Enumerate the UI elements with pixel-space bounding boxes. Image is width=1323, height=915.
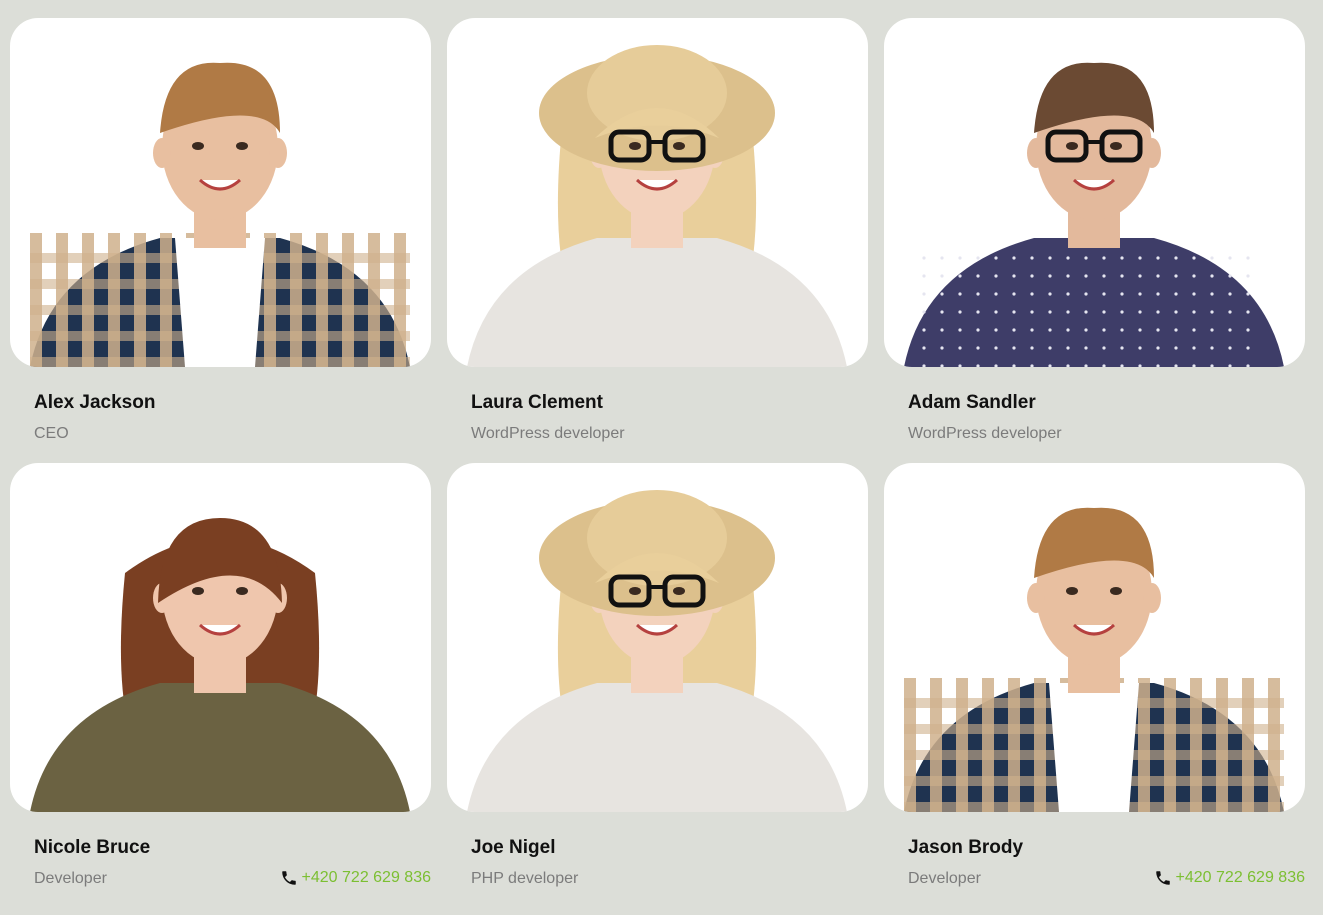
team-member-card[interactable]: Adam Sandler WordPress developer (884, 18, 1305, 445)
member-role: Developer (908, 870, 981, 887)
member-photo (884, 463, 1305, 812)
phone-link[interactable]: +420 722 629 836 (280, 869, 431, 887)
phone-number: +420 722 629 836 (301, 869, 431, 886)
phone-icon (280, 869, 298, 887)
member-role: WordPress developer (908, 425, 1062, 442)
member-name: Joe Nigel (471, 837, 556, 858)
member-name: Laura Clement (471, 392, 603, 413)
member-name: Alex Jackson (34, 392, 156, 413)
team-member-card[interactable]: Laura Clement WordPress developer (447, 18, 868, 445)
member-role: PHP developer (471, 870, 579, 887)
team-member-card[interactable]: Jason Brody Developer +420 722 629 836 (884, 463, 1305, 890)
member-name: Nicole Bruce (34, 837, 151, 858)
member-photo (10, 463, 431, 812)
phone-icon (1154, 869, 1172, 887)
phone-number: +420 722 629 836 (1175, 869, 1305, 886)
member-photo (447, 463, 868, 812)
member-photo (884, 18, 1305, 367)
team-member-card[interactable]: Joe Nigel PHP developer (447, 463, 868, 890)
portrait-illustration (904, 507, 1284, 812)
member-role: CEO (34, 425, 69, 442)
member-role: WordPress developer (471, 425, 625, 442)
team-member-card[interactable]: Nicole Bruce Developer +420 722 629 836 (10, 463, 431, 890)
member-photo (447, 18, 868, 367)
portrait-illustration (467, 490, 847, 812)
portrait-illustration (30, 62, 410, 367)
member-name: Adam Sandler (908, 392, 1036, 413)
team-grid: Alex Jackson CEO Laura Clement WordPress… (10, 18, 1306, 890)
member-name: Jason Brody (908, 837, 1024, 858)
portrait-illustration (904, 62, 1284, 367)
portrait-illustration (467, 45, 847, 367)
team-member-card[interactable]: Alex Jackson CEO (10, 18, 431, 445)
portrait-illustration (30, 518, 410, 812)
member-photo (10, 18, 431, 367)
member-role: Developer (34, 870, 107, 887)
phone-link[interactable]: +420 722 629 836 (1154, 869, 1305, 887)
